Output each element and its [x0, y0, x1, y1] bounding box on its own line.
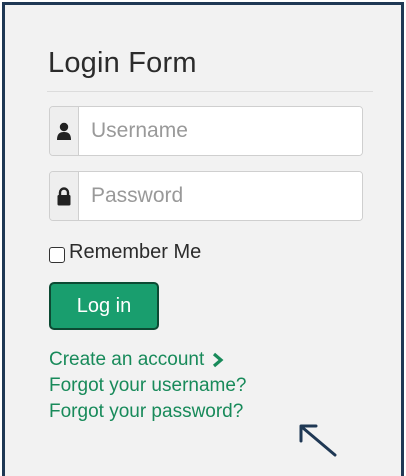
title-divider [47, 91, 373, 92]
username-field [49, 106, 363, 156]
arrow-annotation-icon [295, 419, 339, 464]
password-field [49, 171, 363, 221]
account-links: Create an account Forgot your username? … [49, 347, 247, 425]
page-title: Login Form [48, 47, 197, 79]
user-icon [50, 107, 79, 155]
lock-icon [50, 172, 79, 220]
remember-me[interactable]: Remember Me [49, 241, 201, 264]
remember-me-label: Remember Me [69, 241, 202, 263]
create-account-label: Create an account [49, 349, 205, 370]
remember-me-checkbox[interactable] [49, 246, 65, 263]
create-account-link[interactable]: Create an account [49, 347, 247, 373]
username-input[interactable] [79, 107, 362, 155]
forgot-password-link[interactable]: Forgot your password? [49, 399, 247, 425]
forgot-username-link[interactable]: Forgot your username? [49, 373, 247, 399]
login-button[interactable]: Log in [49, 282, 159, 330]
login-panel: Login Form Remember Me Log in Create an … [2, 2, 404, 476]
password-input[interactable] [79, 172, 362, 220]
chevron-right-icon [212, 352, 224, 368]
